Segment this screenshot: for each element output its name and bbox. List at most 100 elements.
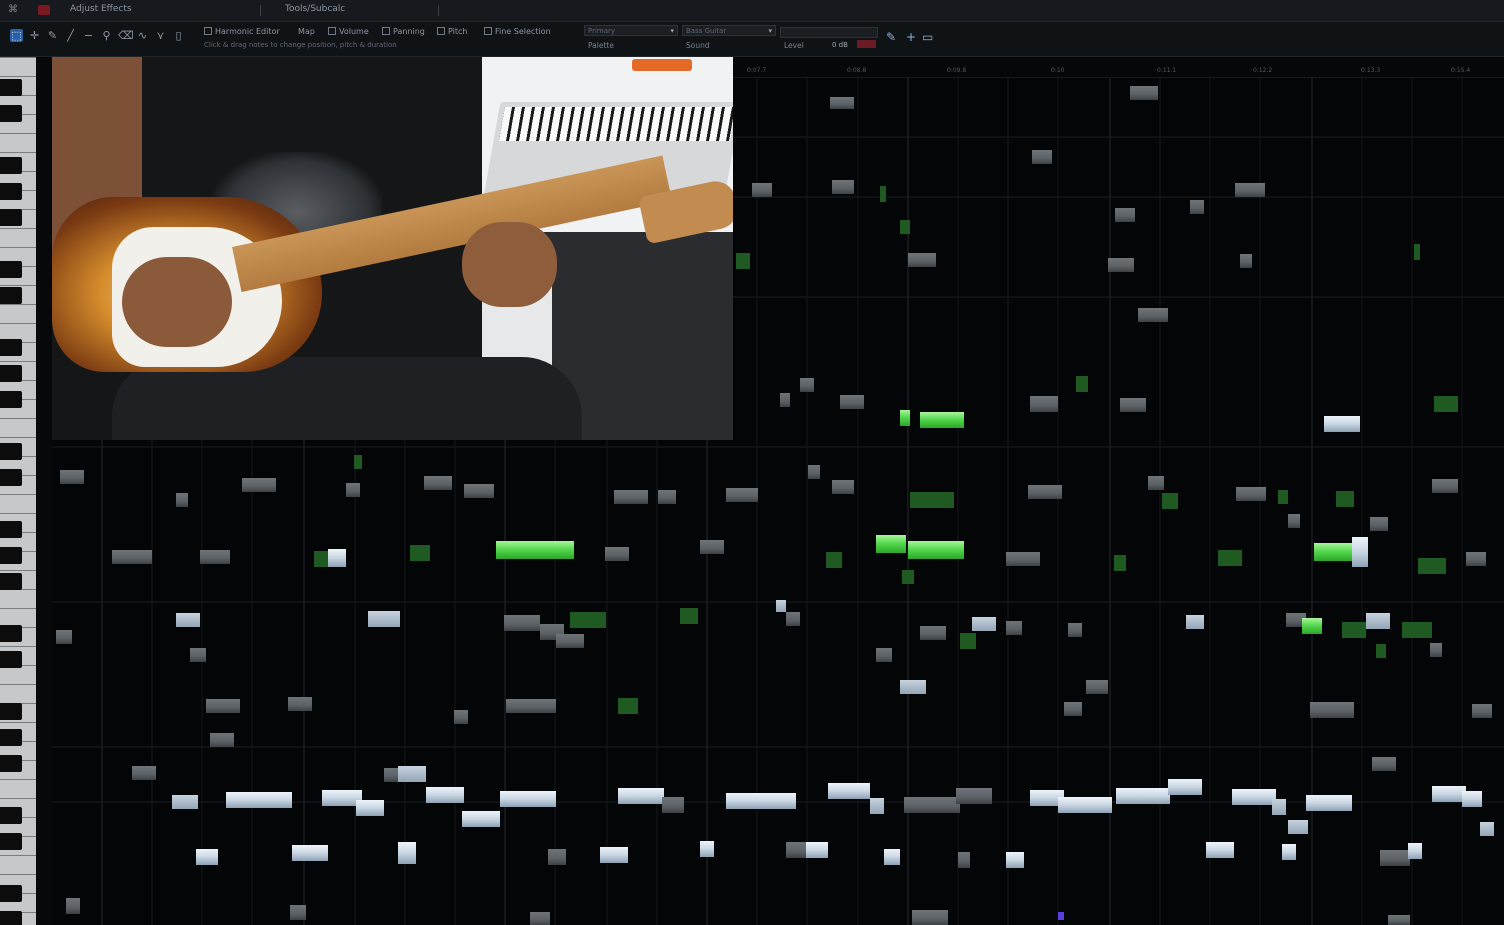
midi-note-active[interactable] (496, 541, 574, 559)
black-key[interactable] (0, 755, 22, 772)
midi-note-selected[interactable] (328, 549, 346, 567)
midi-note[interactable] (132, 766, 156, 780)
midi-note[interactable] (780, 393, 790, 407)
piano-keyboard[interactable] (0, 57, 36, 925)
midi-note[interactable] (1288, 514, 1300, 528)
midi-note-selected[interactable] (870, 798, 884, 814)
option-pitch[interactable]: Pitch (437, 27, 467, 36)
midi-note-active[interactable] (910, 492, 954, 508)
midi-note-selected[interactable] (828, 783, 870, 799)
midi-note-active[interactable] (1162, 493, 1178, 509)
pen-tool-icon[interactable]: ✎ (46, 29, 59, 42)
midi-note[interactable] (290, 905, 306, 920)
midi-note-active[interactable] (1218, 550, 1242, 566)
midi-note[interactable] (66, 898, 80, 914)
black-key[interactable] (0, 183, 22, 200)
midi-note-selected[interactable] (900, 680, 926, 694)
zoom-tool-icon[interactable]: ⚲ (100, 29, 113, 42)
midi-note[interactable] (242, 478, 276, 492)
midi-note[interactable] (556, 634, 584, 648)
midi-note[interactable] (1430, 643, 1442, 657)
record-indicator-icon[interactable] (38, 5, 50, 15)
midi-note[interactable] (1236, 487, 1266, 501)
midi-note-active[interactable] (1314, 543, 1354, 561)
midi-note[interactable] (1388, 915, 1410, 925)
midi-note[interactable] (60, 470, 84, 484)
midi-note-selected[interactable] (1168, 779, 1202, 795)
midi-note-active[interactable] (1114, 555, 1126, 571)
midi-note[interactable] (206, 699, 240, 713)
midi-note-selected[interactable] (1282, 844, 1296, 860)
midi-note-active[interactable] (880, 186, 886, 202)
midi-note[interactable] (808, 465, 820, 479)
midi-note[interactable] (1064, 702, 1082, 716)
midi-note-selected[interactable] (1432, 786, 1466, 802)
video-overlay[interactable] (52, 57, 733, 440)
black-key[interactable] (0, 729, 22, 746)
midi-note-selected[interactable] (776, 600, 786, 612)
midi-note-active[interactable] (1076, 376, 1088, 392)
midi-note-selected[interactable] (1480, 822, 1494, 836)
midi-note[interactable] (800, 378, 814, 392)
midi-note-selected[interactable] (1058, 797, 1112, 813)
midi-note[interactable] (1380, 850, 1410, 866)
black-key[interactable] (0, 521, 22, 538)
option-map[interactable]: Map (298, 27, 315, 36)
midi-note[interactable] (876, 648, 892, 662)
black-key[interactable] (0, 105, 22, 122)
midi-note-selected[interactable] (600, 847, 628, 863)
midi-note-selected[interactable] (398, 842, 416, 864)
black-key[interactable] (0, 365, 22, 382)
midi-note-active[interactable] (1434, 396, 1458, 412)
option-volume[interactable]: Volume (328, 27, 369, 36)
midi-note-selected[interactable] (292, 845, 328, 861)
midi-note[interactable] (658, 490, 676, 504)
midi-note-selected[interactable] (176, 613, 200, 627)
line-tool-icon[interactable]: ╱ (64, 29, 77, 42)
midi-note-active[interactable] (1278, 490, 1288, 504)
black-key[interactable] (0, 651, 22, 668)
black-key[interactable] (0, 261, 22, 278)
midi-note[interactable] (1370, 517, 1388, 531)
midi-note[interactable] (548, 849, 566, 865)
midi-note-selected[interactable] (398, 766, 426, 782)
midi-note[interactable] (506, 699, 556, 713)
erase-tool-icon[interactable]: ⌫ (118, 29, 134, 42)
black-key[interactable] (0, 443, 22, 460)
select-tool-icon[interactable]: ⬚ (10, 29, 23, 42)
midi-note-selected[interactable] (1324, 416, 1360, 432)
black-key[interactable] (0, 807, 22, 824)
sound-dropdown[interactable]: Bass Guitar ▾ (682, 25, 776, 36)
midi-note[interactable] (1190, 200, 1204, 214)
playhead-marker[interactable] (1058, 912, 1064, 920)
midi-note-selected[interactable] (700, 841, 714, 857)
midi-note[interactable] (1235, 183, 1265, 197)
option-panning[interactable]: Panning (382, 27, 425, 36)
tab-tools-subcalc[interactable]: Tools/Subcalc (285, 4, 345, 14)
midi-note[interactable] (112, 550, 152, 564)
midi-note[interactable] (726, 488, 758, 502)
midi-note[interactable] (662, 797, 684, 813)
midi-note[interactable] (912, 910, 948, 925)
midi-note[interactable] (1130, 86, 1158, 100)
timeline-ruler[interactable]: 0:07.7 0:08.8 0:09.8 0:10 0:11.1 0:12.2 0:13.3… (733, 57, 1504, 78)
midi-note[interactable] (1086, 680, 1108, 694)
midi-note-active[interactable] (876, 535, 906, 553)
midi-note-selected[interactable] (500, 791, 556, 807)
midi-note[interactable] (700, 540, 724, 554)
midi-note-selected[interactable] (806, 842, 828, 858)
midi-note-active[interactable] (1414, 244, 1420, 260)
level-slider[interactable] (780, 27, 878, 38)
midi-note-selected[interactable] (1306, 795, 1352, 811)
midi-note[interactable] (786, 612, 800, 626)
midi-note-selected[interactable] (1408, 843, 1422, 859)
midi-note-selected[interactable] (726, 793, 796, 809)
midi-note-active[interactable] (920, 412, 964, 428)
midi-note-active[interactable] (410, 545, 430, 561)
midi-note-selected[interactable] (172, 795, 198, 809)
midi-note[interactable] (200, 550, 230, 564)
midi-note-selected[interactable] (1116, 788, 1170, 804)
midi-note-active[interactable] (1376, 644, 1386, 658)
midi-note[interactable] (176, 493, 188, 507)
midi-note-selected[interactable] (1272, 799, 1286, 815)
